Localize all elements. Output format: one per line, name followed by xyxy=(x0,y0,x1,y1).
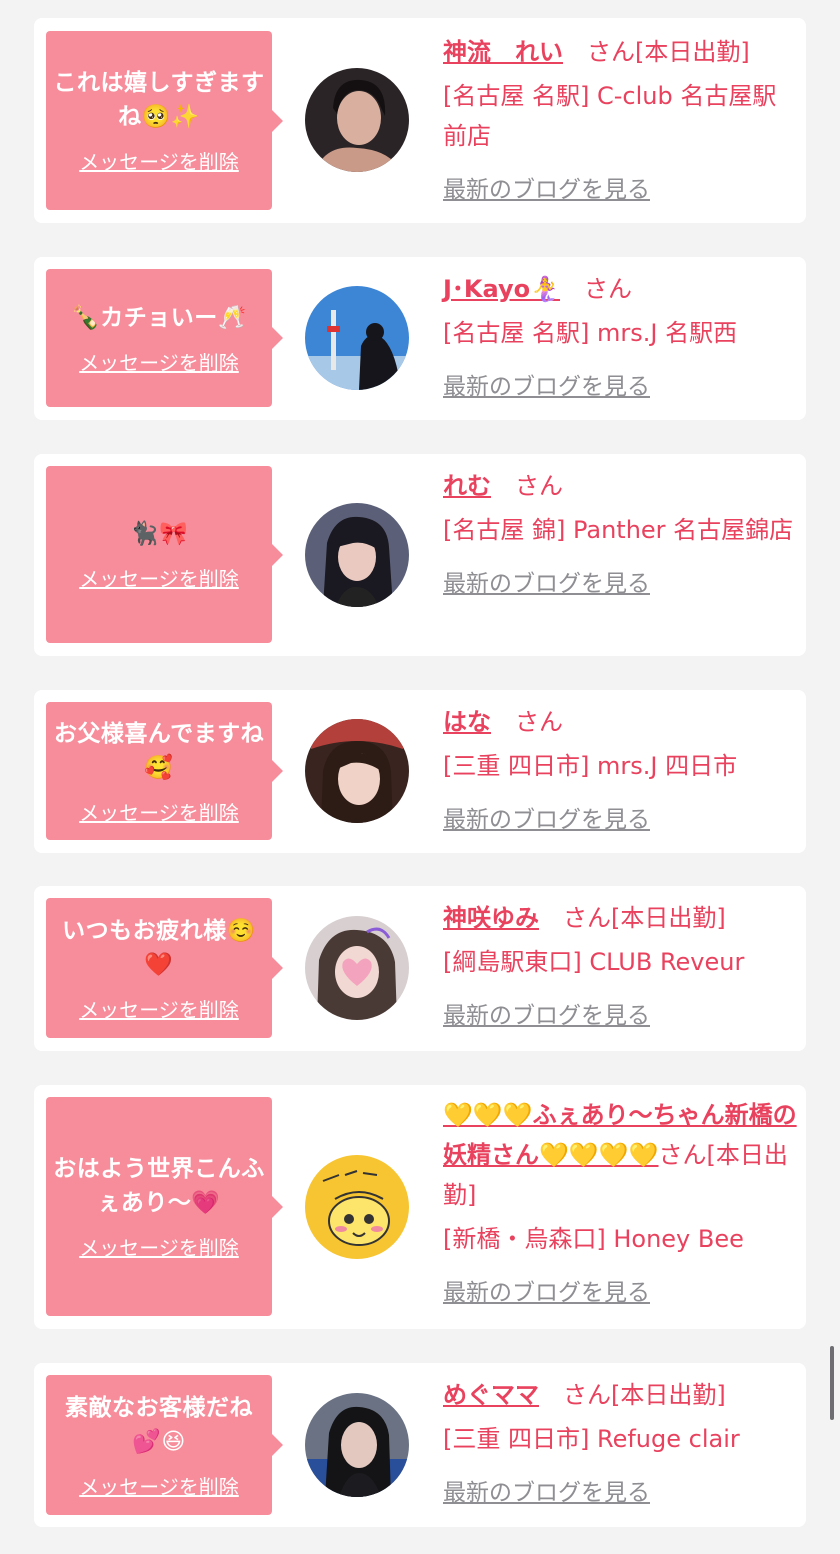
shop-name: [名古屋 名駅] mrs.J 名駅西 xyxy=(443,319,738,347)
cast-info: 神咲ゆみ さん[本日出勤] [綱島駅東口] CLUB Reveur 最新のブログを… xyxy=(443,898,798,1036)
cast-name-link[interactable]: めぐママ xyxy=(443,1381,539,1409)
delete-message-link[interactable]: メッセージを削除 xyxy=(79,1471,239,1500)
avatar[interactable] xyxy=(305,719,409,823)
message-bubble: いつもお疲れ様☺️❤️ メッセージを削除 xyxy=(46,898,283,1038)
avatar-photo-tower-icon xyxy=(305,286,409,390)
message-card: いつもお疲れ様☺️❤️ メッセージを削除 神咲ゆみ さん[本日出勤] [綱島駅東口… xyxy=(34,886,806,1051)
avatar-illustration-fairy-icon xyxy=(305,1155,409,1259)
latest-blog-link[interactable]: 最新のブログを見る xyxy=(443,564,798,604)
cast-name-link[interactable]: はな xyxy=(443,708,491,736)
honorific: さん xyxy=(584,275,632,303)
avatar-photo-woman-icon xyxy=(305,719,409,823)
avatar[interactable] xyxy=(305,1393,409,1497)
message-bubble: これは嬉しすぎますね🥺✨ メッセージを削除 xyxy=(46,31,283,210)
shop-name: [新橋・烏森口] Honey Bee xyxy=(443,1225,744,1253)
delete-message-link[interactable]: メッセージを削除 xyxy=(79,994,239,1023)
honorific: さん xyxy=(587,38,635,66)
honorific: さん xyxy=(515,472,563,500)
avatar[interactable] xyxy=(305,503,409,607)
message-card: おはよう世界こんふぇあり〜💗 メッセージを削除 💛💛💛ふぇあり〜ちゃん新橋の妖精… xyxy=(34,1085,806,1329)
latest-blog-link[interactable]: 最新のブログを見る xyxy=(443,996,798,1036)
message-card: 🍾カチョいー🥂 メッセージを削除 J･Kayo🧜‍♀️ さん [名古屋 名駅] m… xyxy=(34,257,806,420)
avatar-photo-woman-icon xyxy=(305,1393,409,1497)
avatar-photo-woman-icon xyxy=(305,916,409,1020)
message-card: これは嬉しすぎますね🥺✨ メッセージを削除 神流 れい さん[本日出勤] [名古屋… xyxy=(34,18,806,223)
cast-name-link[interactable]: れむ xyxy=(443,472,491,500)
message-text: おはよう世界こんふぇあり〜💗 xyxy=(53,1156,265,1216)
message-list-page: これは嬉しすぎますね🥺✨ メッセージを削除 神流 れい さん[本日出勤] [名古屋… xyxy=(0,0,840,1554)
avatar-photo-woman-icon xyxy=(305,503,409,607)
shop-name: [名古屋 錦] Panther 名古屋錦店 xyxy=(443,516,794,544)
message-card: 素敵なお客様だね💕😆 メッセージを削除 めぐママ さん[本日出勤] [三重 四日市… xyxy=(34,1363,806,1527)
work-status: [本日出勤] xyxy=(611,904,726,932)
work-status: [本日出勤] xyxy=(611,1381,726,1409)
delete-message-link[interactable]: メッセージを削除 xyxy=(79,797,239,826)
message-bubble: 素敵なお客様だね💕😆 メッセージを削除 xyxy=(46,1375,283,1515)
cast-info: 💛💛💛ふぇあり〜ちゃん新橋の妖精さん💛💛💛💛さん[本日出勤] [新橋・烏森口] … xyxy=(443,1095,798,1313)
message-text: 🍾カチョいー🥂 xyxy=(71,304,247,331)
avatar[interactable] xyxy=(305,916,409,1020)
message-text: お父様喜んでますね🥰 xyxy=(53,720,265,781)
delete-message-link[interactable]: メッセージを削除 xyxy=(79,146,239,175)
avatar[interactable] xyxy=(305,1155,409,1259)
latest-blog-link[interactable]: 最新のブログを見る xyxy=(443,1273,798,1313)
avatar-photo-woman-icon xyxy=(305,68,409,172)
delete-message-link[interactable]: メッセージを削除 xyxy=(79,563,239,592)
message-bubble: お父様喜んでますね🥰 メッセージを削除 xyxy=(46,702,283,840)
honorific: さん xyxy=(658,1141,707,1169)
message-text: 素敵なお客様だね💕😆 xyxy=(65,1394,253,1455)
shop-name: [三重 四日市] mrs.J 四日市 xyxy=(443,752,738,780)
delete-message-link[interactable]: メッセージを削除 xyxy=(79,1232,239,1261)
message-card: 🐈‍⬛🎀 メッセージを削除 れむ さん [名古屋 錦] Panther 名古屋錦店… xyxy=(34,454,806,656)
message-text: いつもお疲れ様☺️❤️ xyxy=(62,917,256,978)
avatar[interactable] xyxy=(305,68,409,172)
work-status: [本日出勤] xyxy=(635,38,750,66)
scrollbar[interactable] xyxy=(830,1346,834,1420)
message-bubble: 🐈‍⬛🎀 メッセージを削除 xyxy=(46,466,283,643)
cast-info: J･Kayo🧜‍♀️ さん [名古屋 名駅] mrs.J 名駅西 最新のブログを見… xyxy=(443,269,798,407)
latest-blog-link[interactable]: 最新のブログを見る xyxy=(443,367,798,407)
cast-name-link[interactable]: 神流 れい xyxy=(443,38,563,66)
message-text: 🐈‍⬛🎀 xyxy=(129,521,189,547)
delete-message-link[interactable]: メッセージを削除 xyxy=(79,347,239,376)
message-bubble: おはよう世界こんふぇあり〜💗 メッセージを削除 xyxy=(46,1097,283,1316)
cast-info: れむ さん [名古屋 錦] Panther 名古屋錦店 最新のブログを見る xyxy=(443,466,798,604)
honorific: さん xyxy=(515,708,563,736)
latest-blog-link[interactable]: 最新のブログを見る xyxy=(443,170,798,210)
cast-info: めぐママ さん[本日出勤] [三重 四日市] Refuge clair 最新のブロ… xyxy=(443,1375,798,1513)
honorific: さん xyxy=(563,904,611,932)
shop-name: [名古屋 名駅] C-club 名古屋駅前店 xyxy=(443,82,777,150)
latest-blog-link[interactable]: 最新のブログを見る xyxy=(443,800,798,840)
cast-info: はな さん [三重 四日市] mrs.J 四日市 最新のブログを見る xyxy=(443,702,798,840)
cast-name-link[interactable]: J･Kayo🧜‍♀️ xyxy=(443,275,560,303)
message-card: お父様喜んでますね🥰 メッセージを削除 はな さん [三重 四日市] mrs.J … xyxy=(34,690,806,853)
avatar[interactable] xyxy=(305,286,409,390)
latest-blog-link[interactable]: 最新のブログを見る xyxy=(443,1473,798,1513)
message-text: これは嬉しすぎますね🥺✨ xyxy=(53,70,265,130)
cast-name-link[interactable]: 神咲ゆみ xyxy=(443,904,539,932)
honorific: さん xyxy=(563,1381,611,1409)
shop-name: [綱島駅東口] CLUB Reveur xyxy=(443,948,745,976)
cast-info: 神流 れい さん[本日出勤] [名古屋 名駅] C-club 名古屋駅前店 最新の… xyxy=(443,32,798,210)
shop-name: [三重 四日市] Refuge clair xyxy=(443,1425,740,1453)
message-bubble: 🍾カチョいー🥂 メッセージを削除 xyxy=(46,269,283,407)
